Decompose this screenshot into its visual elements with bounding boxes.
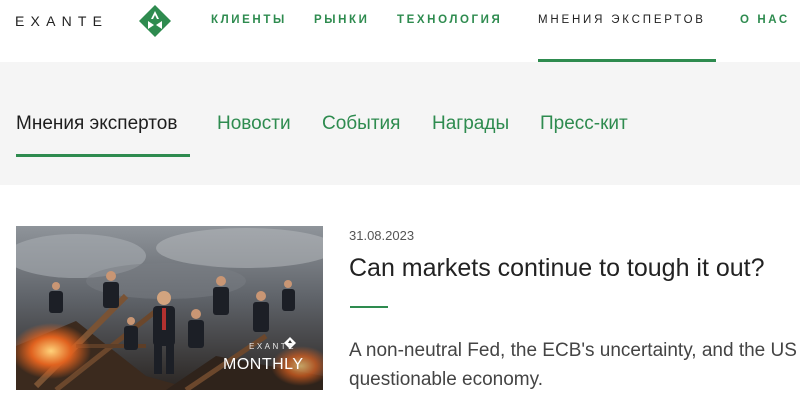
title-divider bbox=[350, 306, 388, 308]
nav-item-clients[interactable]: КЛИЕНТЫ bbox=[211, 14, 287, 26]
nav-item-technology[interactable]: ТЕХНОЛОГИЯ bbox=[397, 14, 502, 26]
image-monthly-label: MONTHLY bbox=[223, 356, 304, 373]
article-image[interactable]: EXANTE MONTHLY bbox=[16, 226, 323, 390]
image-brand-text: EXANTE bbox=[249, 342, 297, 351]
article-title[interactable]: Can markets continue to tough it out? bbox=[349, 254, 765, 283]
exante-logo-icon[interactable] bbox=[138, 4, 172, 38]
subnav-item-awards[interactable]: Награды bbox=[432, 113, 509, 135]
article-date: 31.08.2023 bbox=[349, 228, 415, 243]
article-excerpt: A non-neutral Fed, the ECB's uncertainty… bbox=[349, 340, 797, 390]
subnav-item-news[interactable]: Новости bbox=[217, 113, 291, 135]
nav-item-about[interactable]: О НАС bbox=[740, 14, 790, 26]
subnav-item-press-kit[interactable]: Пресс-кит bbox=[540, 113, 628, 135]
sub-navigation: Мнения экспертов Новости События Награды… bbox=[0, 62, 800, 185]
subnav-item-events[interactable]: События bbox=[322, 113, 400, 135]
subnav-item-expert-opinions[interactable]: Мнения экспертов bbox=[16, 113, 177, 135]
nav-item-markets[interactable]: РЫНКИ bbox=[314, 14, 370, 26]
top-navigation: EXANTE КЛИЕНТЫ РЫНКИ ТЕХНОЛОГИЯ МНЕНИЯ Э… bbox=[0, 0, 800, 62]
nav-item-expert-opinions[interactable]: МНЕНИЯ ЭКСПЕРТОВ bbox=[538, 14, 706, 26]
subnav-active-indicator bbox=[16, 154, 190, 157]
logo-wordmark[interactable]: EXANTE bbox=[15, 13, 108, 29]
